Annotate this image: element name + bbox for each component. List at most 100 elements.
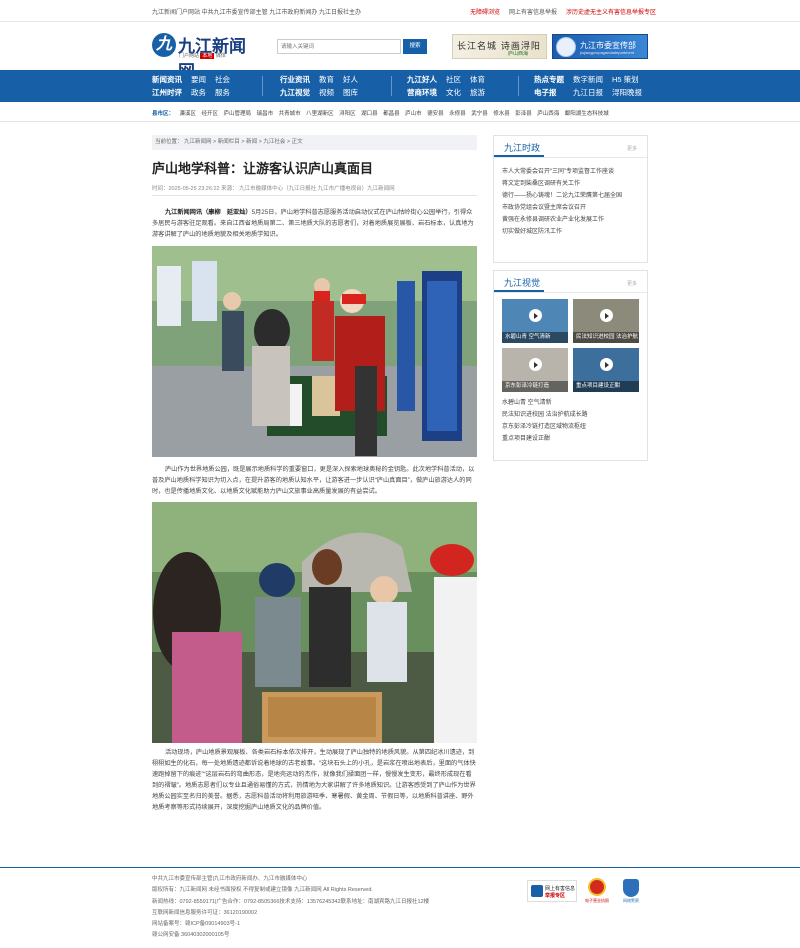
video-thumb[interactable]: 京东彭泽冷链打造 [502, 348, 568, 392]
county-link[interactable]: 永修县 [449, 109, 466, 117]
list-item[interactable]: 蒋文定到柴桑区调研有关工作 [502, 178, 622, 190]
county-links: 县市区： 濂溪区 经开区 庐山管理局 瑞昌市 共青城市 八里湖新区 浔阳区 湖口县 都昌县 庐山市… [152, 109, 609, 117]
county-link[interactable]: 彭泽县 [515, 109, 532, 117]
nav-item[interactable]: 九江好人 [407, 75, 437, 85]
county-link[interactable]: 德安县 [427, 109, 444, 117]
badge-text: 网络警察 [623, 898, 639, 903]
county-link[interactable]: 修水县 [493, 109, 510, 117]
play-icon [600, 309, 613, 322]
search-button[interactable]: 搜索 [403, 39, 427, 54]
county-link[interactable]: 八里湖新区 [306, 109, 334, 117]
county-link[interactable]: 都昌县 [383, 109, 400, 117]
county-label: 县市区： [152, 111, 175, 117]
article-photo-2 [152, 502, 477, 743]
nav-item[interactable]: 九江视觉 [280, 88, 310, 98]
county-link[interactable]: 瑞昌市 [257, 109, 274, 117]
nav-item[interactable]: 服务 [215, 88, 230, 98]
report-badge[interactable]: 网上有害信息 举报专区 [527, 880, 577, 902]
video-thumb[interactable]: 水碧山青 空气清新 [502, 299, 568, 343]
nav-item[interactable]: 行业资讯 [280, 75, 310, 85]
county-link[interactable]: 庐山西海 [537, 109, 559, 117]
panel-title: 九江时政 [493, 143, 545, 157]
nav-item[interactable]: 体育 [470, 75, 485, 85]
footer-info: 中共九江市委宣传部主管|九江市政府新闻办、九江市融媒体中心 版权所有：九江新闻网… [152, 874, 429, 942]
county-link[interactable]: 湖口县 [361, 109, 378, 117]
nav-item[interactable]: 视频 [319, 88, 334, 98]
nav-item[interactable]: 电子报 [534, 88, 564, 98]
video-thumb[interactable]: 重点项目建设正酣 [573, 348, 639, 392]
promo-banner-propaganda[interactable]: 九江市委宣传部 jiujiangpropagandadepartment [552, 34, 648, 59]
report-link[interactable]: 网上有害信息举报 [509, 7, 557, 16]
article-paragraph: 庐山作为世界地质公园，既是展示地质科学的重要窗口，更是深入探索地球奥秘的金钥匙。… [152, 466, 475, 495]
footer-line: 版权所有：九江新闻网 未经书面授权 不得复制或建立镜像 九江新闻网 All Ri… [152, 887, 373, 894]
footer-line[interactable]: 赣公网安备 36040302000105号 [152, 930, 429, 941]
logo-mark: 九 [152, 33, 176, 57]
more-link[interactable]: 更多 [627, 145, 637, 152]
county-link[interactable]: 武宁县 [471, 109, 488, 117]
byline: 九江新闻网讯（康柳 延亚灿） [165, 209, 252, 216]
list-item[interactable]: 重点项目建设正酣 [502, 433, 588, 445]
county-link[interactable]: 庐山管理局 [224, 109, 252, 117]
footer-line[interactable]: 网站备案号：赣ICP备09014903号-1 [152, 919, 429, 930]
nav-item[interactable]: 教育 [319, 75, 334, 85]
cyber-police-badge[interactable]: 网络警察 [620, 879, 642, 903]
search-box [277, 39, 401, 54]
nav-group-news: 新闻资讯 要闻 社会 江州时评 政务 服务 [152, 75, 230, 98]
top-bar-links: 无障碍浏览 网上有害信息举报 涉历史虚无主义有害信息举报专区 [470, 7, 656, 16]
emblem-icon [588, 878, 606, 896]
list-item[interactable]: 市人大常委会召开“三同”专项监督工作座谈 [502, 166, 622, 178]
panel-header: 九江视觉 更多 [493, 271, 647, 293]
history-report-link[interactable]: 涉历史虚无主义有害信息举报专区 [566, 7, 656, 16]
nav-item[interactable]: 旅游 [470, 88, 485, 98]
panel-header: 九江时政 更多 [493, 136, 647, 158]
nav-item[interactable]: 政务 [191, 88, 206, 98]
badge-text: 举报专区 [545, 893, 566, 899]
county-link[interactable]: 浔阳区 [339, 109, 356, 117]
nav-item[interactable]: H5 策划 [612, 75, 642, 85]
banner-subtext: 庐山西海 [508, 51, 529, 57]
nav-item[interactable]: 文化 [446, 88, 461, 98]
nav-item[interactable]: 江州时评 [152, 88, 182, 98]
nav-item[interactable]: 好人 [343, 75, 358, 85]
badge-text: 网上有害信息 [545, 886, 576, 892]
nav-item[interactable]: 要闻 [191, 75, 206, 85]
sidebar-visual-panel: 九江视觉 更多 水碧山青 空气清新 民法知识进校园 法治护航 京东彭泽冷链打造 … [493, 270, 648, 461]
nav-item[interactable]: 数字新闻 [573, 75, 603, 85]
list-item[interactable]: 切实做好城区防汛工作 [502, 226, 622, 238]
search-input[interactable] [278, 40, 400, 53]
site-logo[interactable]: 九 九江新闻网 门户网站 本地 媒体 [152, 33, 262, 82]
top-bar-text: 九江新闻门户网站 中共九江市委宣传部主管 九江市政府新闻办 九江日报社主办 [152, 10, 362, 16]
nav-item[interactable]: 九江日报 [573, 88, 603, 98]
nav-item[interactable]: 图库 [343, 88, 358, 98]
accessibility-link[interactable]: 无障碍浏览 [470, 7, 500, 16]
banner-text: 长江名城 诗画浔阳 [457, 42, 541, 52]
county-link[interactable]: 共青城市 [279, 109, 301, 117]
list-item[interactable]: 民法知识进校园 法治护航成长路 [502, 409, 588, 421]
promo-banner-tourism[interactable]: 长江名城 诗画浔阳 庐山西海 [452, 34, 547, 59]
list-item[interactable]: 市政协党组会议暨主席会议召开 [502, 202, 622, 214]
list-item[interactable]: 水碧山青 空气清新 [502, 397, 588, 409]
nav-item[interactable]: 浔阳晚报 [612, 88, 642, 98]
nav-item[interactable]: 社区 [446, 75, 461, 85]
nav-item[interactable]: 营商环境 [407, 88, 437, 98]
list-item[interactable]: 德行——扬心铸魂！二论九江荣膺第七届全国 [502, 190, 622, 202]
nav-divider [391, 76, 392, 96]
article-title: 庐山地学科普：让游客认识庐山真面目 [152, 161, 374, 176]
county-link[interactable]: 庐山市 [405, 109, 422, 117]
business-license-badge[interactable]: 电子营业执照 [582, 877, 612, 905]
more-link[interactable]: 更多 [627, 280, 637, 287]
thumb-caption: 重点项目建设正酣 [573, 381, 639, 392]
county-link[interactable]: 经开区 [202, 109, 219, 117]
list-item[interactable]: 京东彭泽冷链打造区域物流枢纽 [502, 421, 588, 433]
nav-group-topics: 热点专题 数字新闻 H5 策划 电子报 九江日报 浔阳晚报 [534, 75, 642, 98]
nav-item[interactable]: 新闻资讯 [152, 75, 182, 85]
list-item[interactable]: 黄强在永修县调研农业产业化发展工作 [502, 214, 622, 226]
nav-item[interactable]: 热点专题 [534, 75, 564, 85]
county-link[interactable]: 濂溪区 [180, 109, 197, 117]
breadcrumb[interactable]: 当前位置： 九江新闻网 > 新闻栏目 > 新闻 > 九江社会 > 正文 [152, 135, 477, 150]
nav-item[interactable]: 社会 [215, 75, 230, 85]
thumb-caption: 水碧山青 空气清新 [502, 332, 568, 343]
video-thumb[interactable]: 民法知识进校园 法治护航 [573, 299, 639, 343]
county-link[interactable]: 鄱阳湖生态科技城 [565, 109, 609, 117]
nav-group-industry: 行业资讯 教育 好人 九江视觉 视频 图库 [280, 75, 358, 98]
